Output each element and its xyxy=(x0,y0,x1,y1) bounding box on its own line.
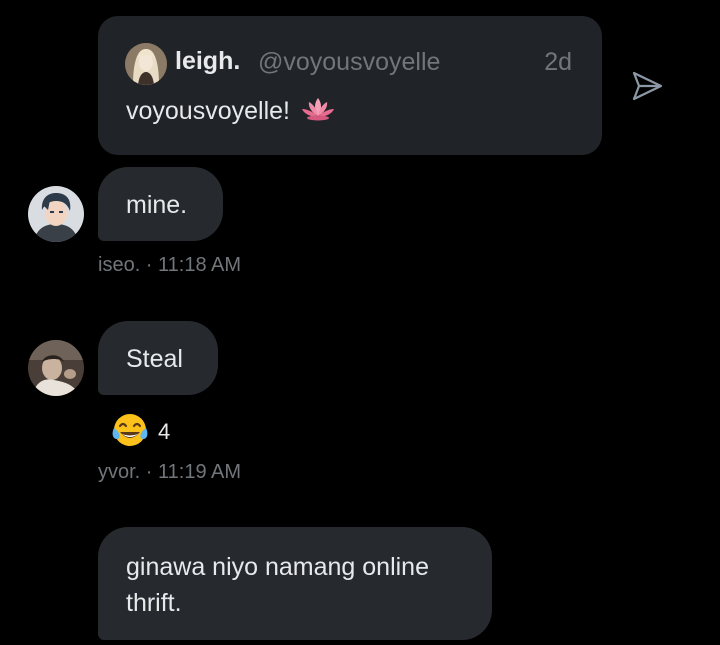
avatar-yvor[interactable] xyxy=(28,340,84,396)
avatar-iseo[interactable] xyxy=(28,186,84,242)
quoted-post-text-content: voyousvoyelle! xyxy=(126,97,290,126)
reaction-count: 4 xyxy=(158,419,171,444)
lotus-emoji-icon xyxy=(301,96,335,129)
quoted-author-name[interactable]: leigh. xyxy=(175,47,240,76)
quoted-post-text: voyousvoyelle! xyxy=(126,96,335,129)
tears-of-joy-emoji-icon xyxy=(110,410,150,455)
message-meta: iseo. · 11:18 AM xyxy=(98,254,242,276)
message-text: mine. xyxy=(126,191,188,219)
message-text: ginawa niyo namang online thrift. xyxy=(126,553,429,617)
message-text: Steal xyxy=(126,345,183,373)
quoted-post-time: 2d xyxy=(544,48,572,76)
quoted-post-card[interactable]: leigh. @voyousvoyelle 2d voyousvoyelle! xyxy=(98,16,602,155)
message-bubble[interactable]: ginawa niyo namang online thrift. xyxy=(98,527,492,640)
message-bubble[interactable]: Steal xyxy=(98,321,218,395)
message-meta: yvor. · 11:19 AM xyxy=(98,461,242,483)
message-bubble[interactable]: mine. xyxy=(98,167,223,241)
send-icon[interactable] xyxy=(629,68,665,104)
reaction-badge[interactable]: 4 xyxy=(110,412,170,452)
quoted-author-handle: @voyousvoyelle xyxy=(258,48,441,76)
quoted-author-avatar[interactable] xyxy=(125,43,167,85)
